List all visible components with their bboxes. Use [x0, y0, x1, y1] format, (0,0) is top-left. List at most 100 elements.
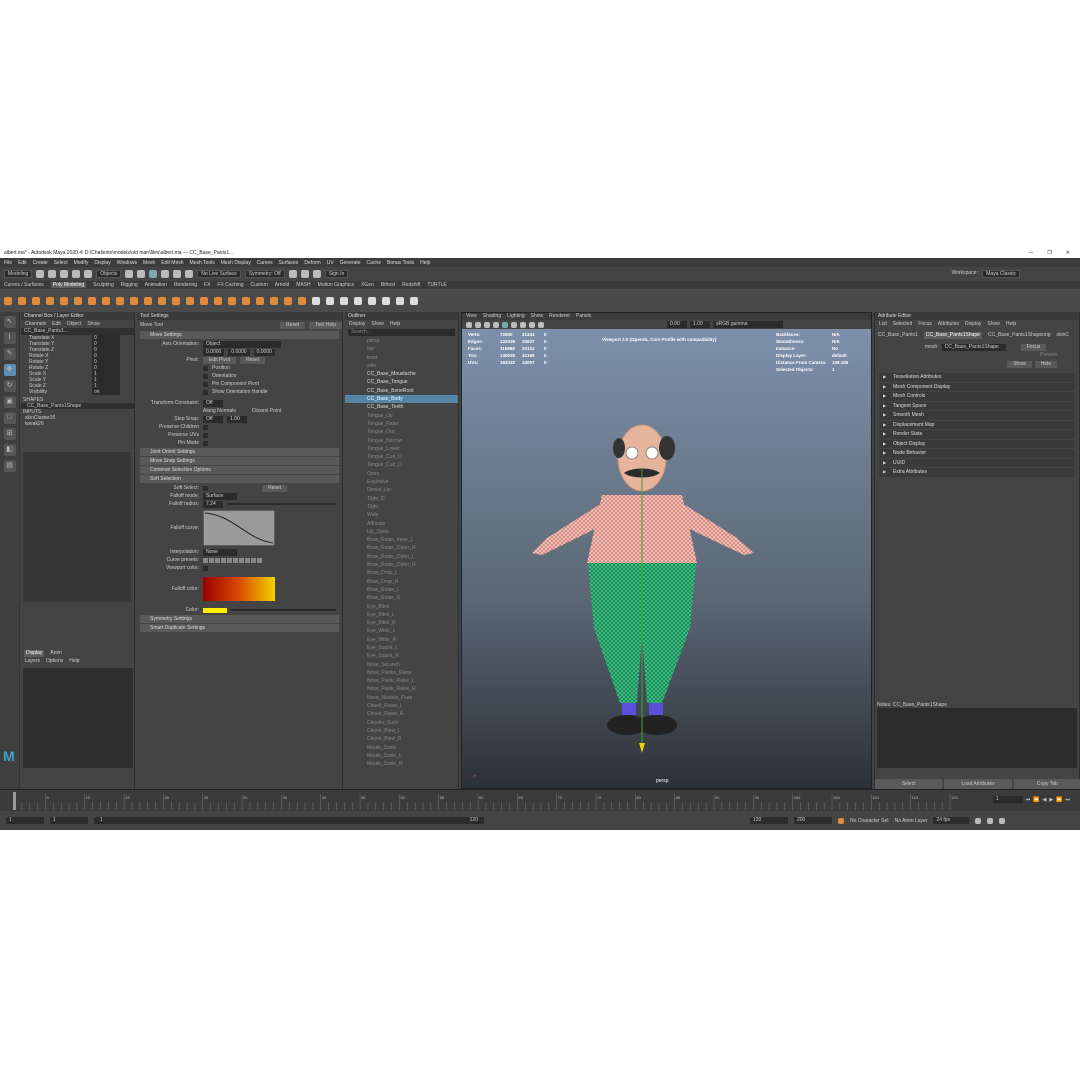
- menu-item[interactable]: Cache: [367, 260, 381, 266]
- anim-layer-dropdown[interactable]: No Anim Layer: [895, 818, 928, 824]
- gamma-field[interactable]: 1.00: [690, 321, 710, 328]
- smooth-icon[interactable]: [228, 296, 236, 305]
- viewport-panel[interactable]: View Shading Lighting Show Renderer Panels 0.…: [461, 312, 872, 789]
- combine-icon[interactable]: [144, 296, 152, 305]
- end-time-field[interactable]: 200: [794, 817, 832, 824]
- render-settings-icon[interactable]: [312, 269, 321, 278]
- falloff-radius-slider[interactable]: [227, 503, 336, 505]
- platonic-solid-icon[interactable]: [102, 296, 110, 305]
- curve-preset-icon[interactable]: [257, 557, 262, 563]
- shelf-tab[interactable]: FX: [204, 282, 210, 288]
- falloff-color-ramp[interactable]: [203, 577, 275, 601]
- panel-menu-item[interactable]: Panels: [576, 313, 591, 320]
- textured-icon[interactable]: [502, 321, 508, 328]
- poly-cylinder-icon[interactable]: [32, 296, 40, 305]
- sound-icon[interactable]: [987, 817, 994, 824]
- attribute-section[interactable]: Node Behavior: [879, 449, 1075, 458]
- snap-to-grid-icon[interactable]: [161, 269, 170, 278]
- select-by-object-icon[interactable]: [137, 269, 146, 278]
- panel-menu-item[interactable]: Edit: [52, 320, 61, 328]
- uv-editor-icon[interactable]: [312, 296, 320, 305]
- soft-select-checkbox[interactable]: [203, 485, 208, 491]
- curve-preset-icon[interactable]: [209, 557, 214, 563]
- close-icon[interactable]: ✕: [1066, 250, 1070, 256]
- pin-mode-checkbox[interactable]: [203, 440, 208, 446]
- outliner-item[interactable]: Brow_Drop_R: [345, 578, 458, 586]
- xray-icon[interactable]: [538, 321, 544, 328]
- step-back-key-icon[interactable]: ⏪: [1033, 797, 1039, 803]
- outliner-item[interactable]: Brow_Raise_Outer_R: [345, 544, 458, 552]
- input-node[interactable]: tweak26: [21, 421, 134, 427]
- step-forward-key-icon[interactable]: ⏩: [1056, 797, 1062, 803]
- shelf-tab[interactable]: Rendering: [174, 282, 197, 288]
- curve-preset-icon[interactable]: [245, 557, 250, 563]
- panel-menu-item[interactable]: Show: [531, 313, 544, 320]
- outliner-item[interactable]: Brow_Raise_R: [345, 594, 458, 602]
- outliner-item[interactable]: Dental_Lip: [345, 486, 458, 494]
- select-by-hierarchy-icon[interactable]: [125, 269, 134, 278]
- outliner-item[interactable]: Tongue_Narrow: [345, 437, 458, 445]
- curve-preset-icon[interactable]: [215, 557, 220, 563]
- falloff-mode-dropdown[interactable]: Surface: [203, 492, 237, 500]
- panel-menu-item[interactable]: Display: [349, 320, 365, 328]
- coord-z-field[interactable]: 0.0000: [253, 348, 275, 356]
- panel-menu-item[interactable]: Attributes: [938, 320, 959, 328]
- outliner-item[interactable]: Eye_Squint_L: [345, 644, 458, 652]
- shelf-tab[interactable]: Curves / Surfaces: [4, 282, 44, 288]
- attribute-section[interactable]: Object Display: [879, 439, 1075, 448]
- separate-icon[interactable]: [158, 296, 166, 305]
- outliner-item[interactable]: Cheek_Raise_R: [345, 710, 458, 718]
- menu-item[interactable]: Mesh: [143, 260, 155, 266]
- menu-item[interactable]: Help: [420, 260, 430, 266]
- unfold-icon[interactable]: [382, 296, 390, 305]
- outliner-item[interactable]: CC_Base_BoneRoot: [345, 387, 458, 395]
- outliner-item[interactable]: Cheek_Blow_L: [345, 727, 458, 735]
- bevel-icon[interactable]: [186, 296, 194, 305]
- load-attributes-button[interactable]: Load Attributes: [944, 779, 1012, 789]
- move-snap-section[interactable]: Move Snap Settings: [140, 457, 339, 465]
- outliner-item[interactable]: Eye_Wide_L: [345, 627, 458, 635]
- panel-menu-item[interactable]: Options: [46, 657, 63, 665]
- lights-icon[interactable]: [511, 321, 517, 328]
- shelf-tab[interactable]: Redshift: [402, 282, 420, 288]
- menu-item[interactable]: Generate: [340, 260, 361, 266]
- menu-item[interactable]: Create: [33, 260, 48, 266]
- outliner-item[interactable]: persp: [345, 337, 458, 345]
- outliner-item[interactable]: Nose_Scrunch: [345, 661, 458, 669]
- outliner-item[interactable]: side: [345, 362, 458, 370]
- go-to-end-icon[interactable]: ⏭: [1065, 797, 1070, 803]
- presets-button[interactable]: Presets: [1040, 352, 1057, 361]
- interpolation-dropdown[interactable]: None: [203, 548, 237, 556]
- menu-item[interactable]: Deform: [304, 260, 320, 266]
- pivot-reset-button[interactable]: Reset: [240, 356, 266, 364]
- soft-selection-section[interactable]: Soft Selection: [140, 475, 339, 483]
- curve-preset-icon[interactable]: [203, 557, 208, 563]
- shelf-tab[interactable]: Custom: [251, 282, 268, 288]
- focus-button[interactable]: Focus: [1020, 343, 1047, 351]
- menu-item[interactable]: Edit Mesh: [161, 260, 183, 266]
- outliner-search-input[interactable]: Search...: [348, 329, 455, 336]
- planar-map-icon[interactable]: [326, 296, 334, 305]
- grid-icon[interactable]: [475, 321, 481, 328]
- sign-in-button[interactable]: Sign In: [324, 269, 349, 278]
- quad-draw-icon[interactable]: [256, 296, 264, 305]
- outliner-item[interactable]: Tongue_Curl_D: [345, 461, 458, 469]
- exposure-field[interactable]: 0.00: [667, 321, 687, 328]
- outliner-item[interactable]: Tongue_Up: [345, 412, 458, 420]
- joint-orient-section[interactable]: Joint Orient Settings: [140, 448, 339, 456]
- snap-to-curve-icon[interactable]: [173, 269, 182, 278]
- poly-cube-icon[interactable]: [18, 296, 26, 305]
- outliner-item[interactable]: Nose_Flanks_Raise: [345, 669, 458, 677]
- wireframe-icon[interactable]: [484, 321, 490, 328]
- hide-button[interactable]: Hide: [1034, 361, 1057, 368]
- panel-menu-item[interactable]: Help: [390, 320, 400, 328]
- channel-row[interactable]: Visibility on: [21, 389, 134, 395]
- snap-to-point-icon[interactable]: [185, 269, 194, 278]
- workspace-dropdown[interactable]: Maya Classic: [982, 269, 1020, 278]
- panel-menu-item[interactable]: Selected: [893, 320, 912, 328]
- menu-item[interactable]: Display: [94, 260, 110, 266]
- coord-x-field[interactable]: 0.0000: [203, 348, 225, 356]
- tool-help-button[interactable]: Tool Help: [309, 321, 342, 329]
- outliner-item[interactable]: Cheeks_Suck: [345, 719, 458, 727]
- paint-select-icon[interactable]: ✎: [3, 348, 16, 360]
